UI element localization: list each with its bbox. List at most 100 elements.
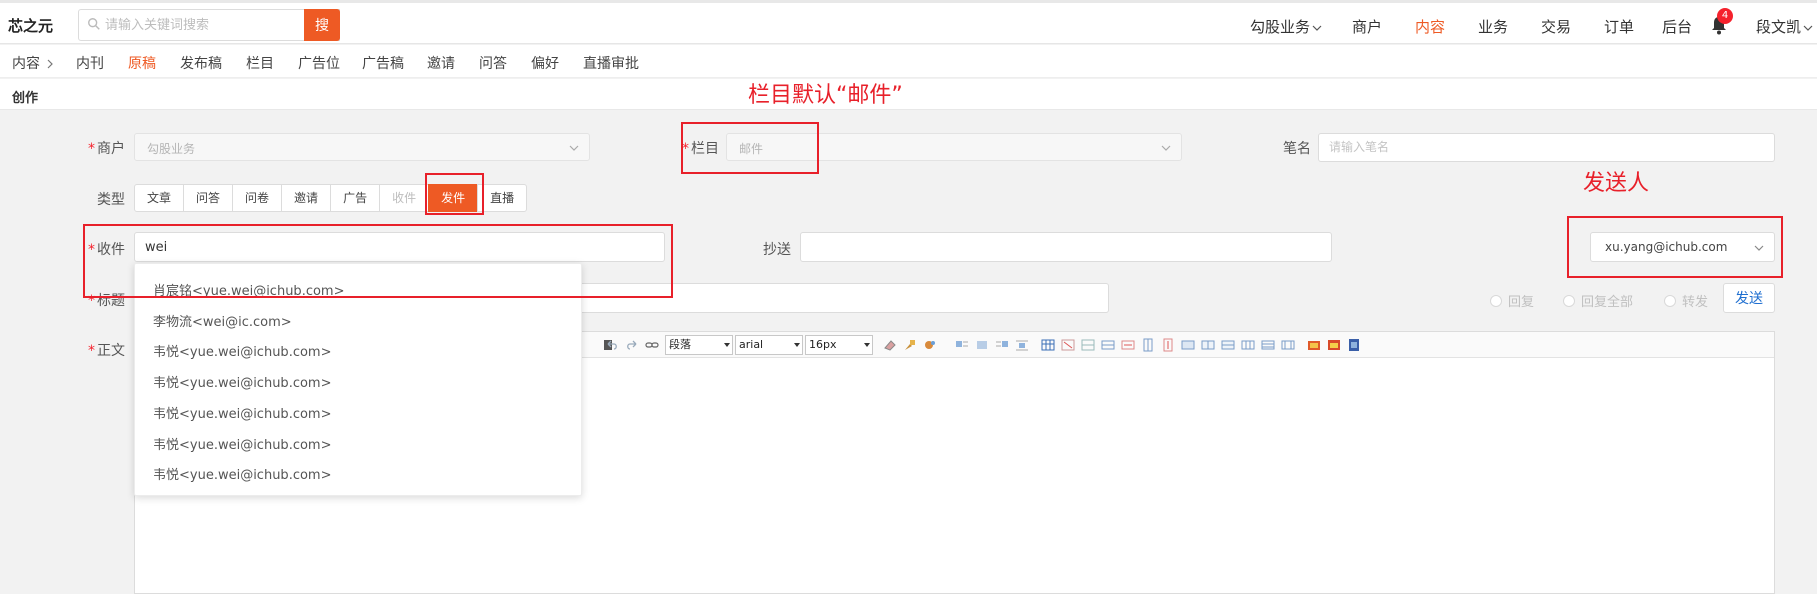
merchant-select[interactable]: 勾股业务 <box>134 133 590 161</box>
sub-nav: 内容 内刊 原稿 发布稿 栏目 广告位 广告稿 邀请 问答 偏好 直播审批 <box>0 45 1817 78</box>
reply-radio[interactable]: 回复 <box>1490 291 1534 310</box>
subnav-neikan[interactable]: 内刊 <box>76 53 104 73</box>
radio-circle <box>1664 295 1676 307</box>
split-rows-icon[interactable] <box>1261 338 1275 352</box>
user-name: 段文凯 <box>1756 18 1802 36</box>
image-center-icon[interactable] <box>1015 338 1029 352</box>
multi-image-icon[interactable] <box>1327 338 1341 352</box>
annotation-box-outbox <box>425 173 484 215</box>
subnav-published[interactable]: 发布稿 <box>180 53 222 73</box>
nav-orders[interactable]: 订单 <box>1604 16 1634 37</box>
type-qa[interactable]: 问答 <box>183 184 234 212</box>
merchant-value: 勾股业务 <box>147 142 196 156</box>
page-header: 创作 <box>0 79 1817 110</box>
split-cells-icon[interactable] <box>1241 338 1255 352</box>
type-live[interactable]: 直播 <box>477 184 528 212</box>
nav-business[interactable]: 业务 <box>1478 16 1508 37</box>
search-box <box>78 9 340 41</box>
insert-image-icon[interactable] <box>1307 338 1321 352</box>
subnav-ad-slot[interactable]: 广告位 <box>298 53 340 73</box>
split-cols-icon[interactable] <box>1281 338 1295 352</box>
subnav-draft[interactable]: 原稿 <box>128 53 156 73</box>
type-survey[interactable]: 问卷 <box>232 184 283 212</box>
insert-col-icon[interactable] <box>1141 338 1155 352</box>
annotation-box-column <box>681 122 819 174</box>
chevron-down-icon <box>1803 25 1813 31</box>
type-ad[interactable]: 广告 <box>330 184 381 212</box>
suggestion-item[interactable]: 韦悦<yue.wei@ichub.com> <box>153 372 331 391</box>
merge-down-icon[interactable] <box>1221 338 1235 352</box>
suggestion-item[interactable]: 韦悦<yue.wei@ichub.com> <box>153 403 331 422</box>
delete-table-icon[interactable] <box>1061 338 1075 352</box>
dropdown-arrow-icon <box>794 343 800 347</box>
chevron-down-icon <box>1161 145 1171 151</box>
image-none-icon[interactable] <box>975 338 989 352</box>
search-icon <box>88 18 100 30</box>
page-title: 创作 <box>12 91 39 106</box>
forward-radio[interactable]: 转发 <box>1664 291 1708 310</box>
type-inbox[interactable]: 收件 <box>379 184 430 212</box>
penname-input[interactable] <box>1318 133 1775 162</box>
chevron-down-icon <box>1312 25 1322 31</box>
suggestion-item[interactable]: 李物流<wei@ic.com> <box>153 311 292 330</box>
chevron-right-icon <box>47 59 53 69</box>
cc-input[interactable] <box>800 232 1332 262</box>
nav-content[interactable]: 内容 <box>1415 16 1445 37</box>
font-size-select[interactable]: 16px <box>805 335 873 355</box>
insert-table-icon[interactable] <box>1041 338 1055 352</box>
redo-icon[interactable] <box>625 338 639 352</box>
delete-col-icon[interactable] <box>1161 338 1175 352</box>
notification-badge: 4 <box>1717 8 1733 24</box>
suggestion-item[interactable]: 韦悦<yue.wei@ichub.com> <box>153 434 331 453</box>
nav-merchant[interactable]: 商户 <box>1352 16 1382 37</box>
nav-trade[interactable]: 交易 <box>1541 16 1571 37</box>
logo[interactable]: 芯之元 <box>8 15 53 36</box>
insert-row-icon[interactable] <box>1101 338 1115 352</box>
send-button[interactable]: 发送 <box>1723 283 1775 313</box>
insert-video-icon[interactable] <box>1347 338 1361 352</box>
cc-label: 抄送 <box>763 242 791 258</box>
subnav-column[interactable]: 栏目 <box>246 53 274 73</box>
annotation-sender: 发送人 <box>1583 171 1650 196</box>
eraser-icon[interactable] <box>883 338 897 352</box>
format-brush-icon[interactable] <box>903 338 917 352</box>
top-bar: 芯之元 搜 勾股业务 商户 内容 业务 交易 订单 后台 4 段文凯 <box>0 0 1817 44</box>
merchant-label: * 商户 <box>88 141 125 157</box>
user-menu[interactable]: 段文凯 <box>1756 16 1813 37</box>
image-left-icon[interactable] <box>955 338 969 352</box>
nav-backend[interactable]: 后台 <box>1662 16 1692 37</box>
auto-format-icon[interactable] <box>923 338 937 352</box>
undo-icon[interactable] <box>605 338 619 352</box>
delete-row-icon[interactable] <box>1121 338 1135 352</box>
subnav-qa[interactable]: 问答 <box>479 53 507 73</box>
font-value: arial <box>739 338 764 351</box>
merge-right-icon[interactable] <box>1201 338 1215 352</box>
annotation-box-recipient <box>83 224 673 298</box>
search-input[interactable] <box>105 10 330 40</box>
merge-cells-icon[interactable] <box>1181 338 1195 352</box>
image-right-icon[interactable] <box>995 338 1009 352</box>
type-invite[interactable]: 邀请 <box>281 184 332 212</box>
breadcrumb-root[interactable]: 内容 <box>12 53 40 73</box>
suggestion-item[interactable]: 韦悦<yue.wei@ichub.com> <box>153 341 331 360</box>
paragraph-select[interactable]: 段落 <box>665 335 733 355</box>
nav-label: 勾股业务 <box>1250 18 1311 36</box>
annotation-box-sender <box>1567 216 1783 278</box>
annotation-column-default: 栏目默认“邮件” <box>748 83 903 108</box>
dropdown-arrow-icon <box>864 343 870 347</box>
radio-circle <box>1563 295 1575 307</box>
suggestion-item[interactable]: 韦悦<yue.wei@ichub.com> <box>153 464 331 483</box>
font-select[interactable]: arial <box>735 335 803 355</box>
radio-circle <box>1490 295 1502 307</box>
type-article[interactable]: 文章 <box>134 184 185 212</box>
type-label: 类型 <box>97 192 125 208</box>
reply-all-radio[interactable]: 回复全部 <box>1563 291 1633 310</box>
subnav-ad-draft[interactable]: 广告稿 <box>362 53 404 73</box>
search-button[interactable]: 搜 <box>304 9 340 41</box>
subnav-invite[interactable]: 邀请 <box>427 53 455 73</box>
subnav-live-approval[interactable]: 直播审批 <box>583 53 639 73</box>
subnav-preference[interactable]: 偏好 <box>531 53 559 73</box>
nav-gougu-business[interactable]: 勾股业务 <box>1250 16 1322 37</box>
link-icon[interactable] <box>645 338 659 352</box>
insert-paragraph-icon[interactable] <box>1081 338 1095 352</box>
